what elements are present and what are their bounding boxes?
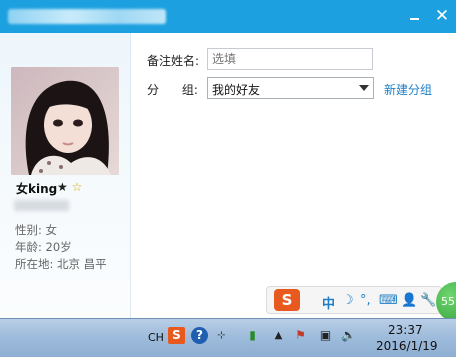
- taskbar: CH S ? ⊹ ▮ ▲ ⚑ ▣ 🔈 23:37 2016/1/19: [0, 318, 456, 357]
- age-info: 年龄: 20岁: [15, 240, 72, 254]
- keyboard-icon[interactable]: ⌨: [379, 293, 398, 308]
- ime-options-icon[interactable]: ⊹: [213, 327, 230, 344]
- gender-info: 性别: 女: [15, 223, 58, 237]
- star-gold-icon: ☆: [71, 180, 83, 194]
- ime-toolbar: S 中 ☽ °, ⌨ 👤 🔧: [266, 286, 442, 314]
- wrench-icon[interactable]: 🔧: [420, 293, 436, 308]
- network-icon[interactable]: ▣: [317, 327, 334, 344]
- volume-icon[interactable]: 🔈: [340, 327, 357, 344]
- group-select-value: 我的好友: [212, 83, 261, 97]
- remark-input[interactable]: [207, 48, 373, 70]
- moon-icon[interactable]: ☽: [342, 293, 354, 308]
- blurred-account-id: [14, 200, 69, 211]
- blurred-window-title: [8, 9, 166, 24]
- show-hidden-icons-arrow[interactable]: ▲: [270, 327, 287, 344]
- language-indicator[interactable]: CH: [148, 331, 164, 344]
- minimize-icon: [409, 18, 419, 20]
- close-button[interactable]: ✕: [430, 4, 454, 28]
- sogou-tray-icon[interactable]: S: [168, 327, 185, 344]
- group-select[interactable]: 我的好友: [207, 77, 374, 99]
- help-icon[interactable]: ?: [191, 327, 208, 344]
- chevron-down-icon: [359, 85, 369, 91]
- star-black-icon: ★: [57, 180, 68, 194]
- new-group-link[interactable]: 新建分组: [384, 81, 432, 98]
- usb-device-icon[interactable]: ▮: [244, 327, 261, 344]
- punctuation-icon[interactable]: °,: [360, 293, 371, 308]
- clock-date[interactable]: 2016/1/19: [376, 339, 438, 353]
- group-label: 分 组:: [147, 83, 198, 97]
- profile-panel: 女king ★ ☆ 性别: 女 年龄: 20岁 所在地: 北京 昌平: [0, 33, 131, 318]
- vip-stars: ★ ☆: [57, 180, 82, 194]
- remark-label: 备注姓名:: [147, 54, 200, 68]
- action-center-icon[interactable]: ⚑: [292, 327, 309, 344]
- ime-mode-toggle[interactable]: 中: [322, 293, 335, 312]
- clock-time[interactable]: 23:37: [388, 323, 423, 337]
- nickname: 女king: [16, 182, 58, 196]
- location-info: 所在地: 北京 昌平: [15, 257, 107, 271]
- user-icon[interactable]: 👤: [401, 293, 417, 308]
- minimize-button[interactable]: [402, 4, 426, 28]
- title-bar: ✕: [0, 0, 456, 33]
- avatar: [11, 67, 119, 175]
- sogou-logo-icon[interactable]: S: [274, 289, 300, 311]
